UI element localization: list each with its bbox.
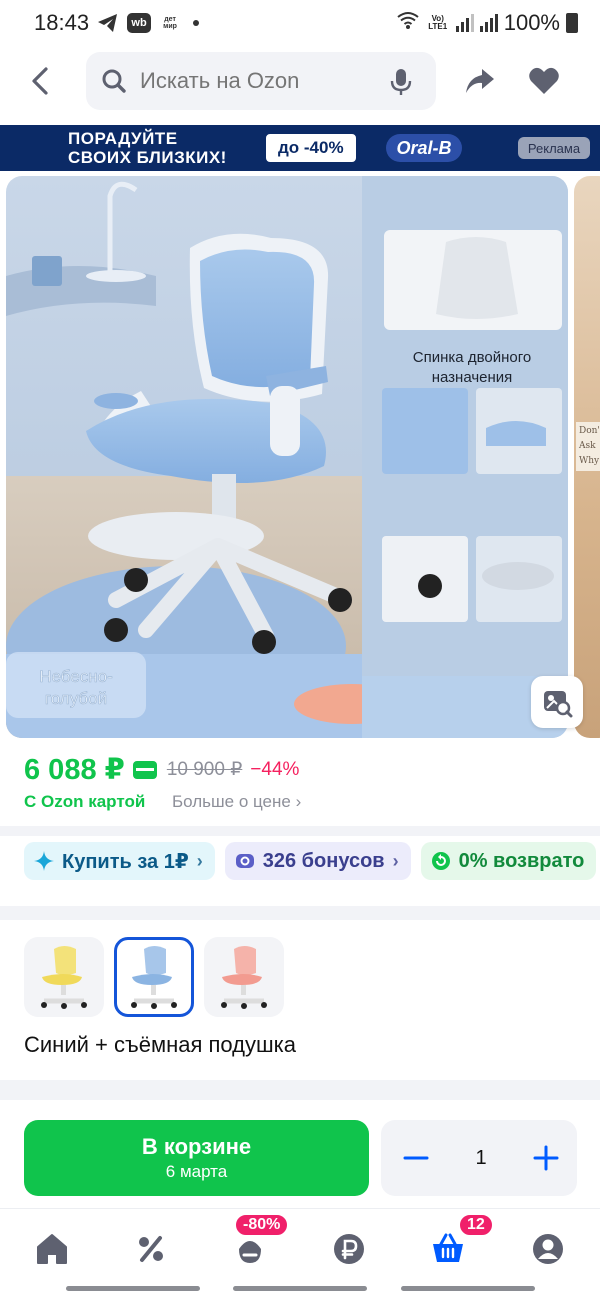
discount-percent: −44% [250, 758, 300, 780]
section-divider [0, 1080, 600, 1100]
tab-home[interactable] [32, 1229, 72, 1269]
bonus-chip[interactable]: 326 бонусов › [224, 842, 411, 880]
top-bar [0, 50, 600, 112]
quantity-stepper[interactable]: 1 [381, 1120, 577, 1196]
visual-search-button[interactable] [531, 676, 583, 728]
detmir-icon: дет мир [163, 16, 177, 30]
callout-title-2: назначения [432, 369, 513, 386]
gesture-bar-center [233, 1286, 367, 1291]
cashback-icon [431, 852, 450, 870]
tab-sales[interactable] [131, 1229, 171, 1269]
brand-logo: Oral-B [386, 134, 462, 162]
signal-1-icon [455, 14, 474, 32]
more-price-link[interactable]: Больше о цене › [172, 792, 301, 812]
ad-label: Реклама [518, 137, 590, 159]
profile-icon [533, 1234, 563, 1264]
wifi-icon [396, 10, 420, 36]
product-image[interactable]: Спинка двойного назначения Небесно- голу… [6, 176, 568, 738]
tab-cart[interactable] [428, 1229, 468, 1269]
favorite-heart-icon[interactable] [528, 66, 560, 96]
color-variants [24, 937, 284, 1017]
fresh-icon [239, 1241, 261, 1263]
price-row: 6 088 ₽ 10 900 ₽ −44% [24, 752, 299, 787]
plus-icon[interactable] [533, 1145, 559, 1171]
volte-label: Vo) LTE1 [428, 14, 448, 31]
wb-icon: wb [127, 13, 152, 33]
in-cart-button[interactable]: В корзине 6 марта [24, 1120, 369, 1196]
minus-icon[interactable] [403, 1145, 429, 1171]
color-tag-1: Небесно- [39, 667, 113, 686]
tab-finance[interactable] [329, 1229, 369, 1269]
cashback-chip[interactable]: 0% возврато [420, 842, 597, 880]
cart-basket-icon [433, 1233, 463, 1262]
chevron-right-icon: › [392, 850, 399, 871]
variant-selected-label: Синий + съёмная подушка [24, 1032, 296, 1057]
promo-chips: Купить за 1₽ › 326 бонусов › 0% возврато [24, 842, 597, 880]
cart-button-title: В корзине [141, 1134, 252, 1159]
color-tag-2: голубой [45, 689, 107, 708]
banner-promo: до -40% [266, 134, 356, 162]
buy-for-1-chip[interactable]: Купить за 1₽ › [24, 842, 215, 880]
section-divider [0, 906, 600, 920]
home-icon [37, 1234, 67, 1264]
callout-title-1: Спинка двойного [413, 349, 531, 366]
battery-icon [566, 13, 578, 33]
sales-badge: -80% [234, 1213, 290, 1237]
chevron-left-icon [32, 67, 48, 95]
notification-dot-icon [193, 20, 200, 26]
price-current: 6 088 ₽ [24, 754, 125, 786]
product-gallery[interactable]: Спинка двойного назначения Небесно- голу… [0, 176, 600, 740]
status-bar: 18:43 wb дет мир Vo) LTE1 100% [0, 0, 600, 46]
quantity-value: 1 [475, 1146, 487, 1169]
delivery-date: 6 марта [165, 1162, 228, 1181]
tab-profile[interactable] [528, 1229, 568, 1269]
ad-banner[interactable]: ПОРАДУЙТЕ СВОИХ БЛИЗКИХ! до -40% Oral-B … [0, 125, 600, 171]
banner-headline: ПОРАДУЙТЕ СВОИХ БЛИЗКИХ! [68, 129, 227, 167]
ozon-card-label: С Ozon картой [24, 792, 146, 811]
status-time: 18:43 [34, 10, 90, 35]
chevron-right-icon: › [295, 792, 302, 811]
search-input[interactable] [140, 68, 360, 94]
section-divider [0, 826, 600, 836]
variant-pink[interactable] [204, 937, 284, 1017]
back-button[interactable] [26, 64, 56, 98]
ozon-card-icon [132, 760, 157, 779]
microphone-icon[interactable] [390, 68, 412, 96]
image-search-icon [544, 691, 573, 718]
chevron-right-icon: › [196, 850, 203, 871]
battery-percent: 100% [503, 10, 560, 35]
gesture-bar-right [401, 1286, 535, 1291]
search-bar[interactable] [86, 52, 436, 110]
percent-icon [139, 1236, 163, 1262]
bonus-icon [235, 854, 254, 868]
search-icon [102, 69, 126, 93]
signal-2-icon [479, 14, 498, 32]
variant-yellow[interactable] [24, 937, 104, 1017]
cart-count-badge: 12 [458, 1213, 494, 1237]
telegram-icon [97, 13, 119, 33]
price-old: 10 900 ₽ [166, 759, 243, 780]
sparkle-icon [34, 851, 54, 871]
ruble-icon [334, 1234, 364, 1264]
gesture-bar-left [66, 1286, 200, 1291]
next-product-image[interactable]: Don't Ask Why [574, 176, 600, 738]
variant-blue-selected[interactable] [114, 937, 194, 1017]
share-icon[interactable] [464, 66, 496, 96]
next-image-note: Don't Ask Why [576, 422, 600, 471]
